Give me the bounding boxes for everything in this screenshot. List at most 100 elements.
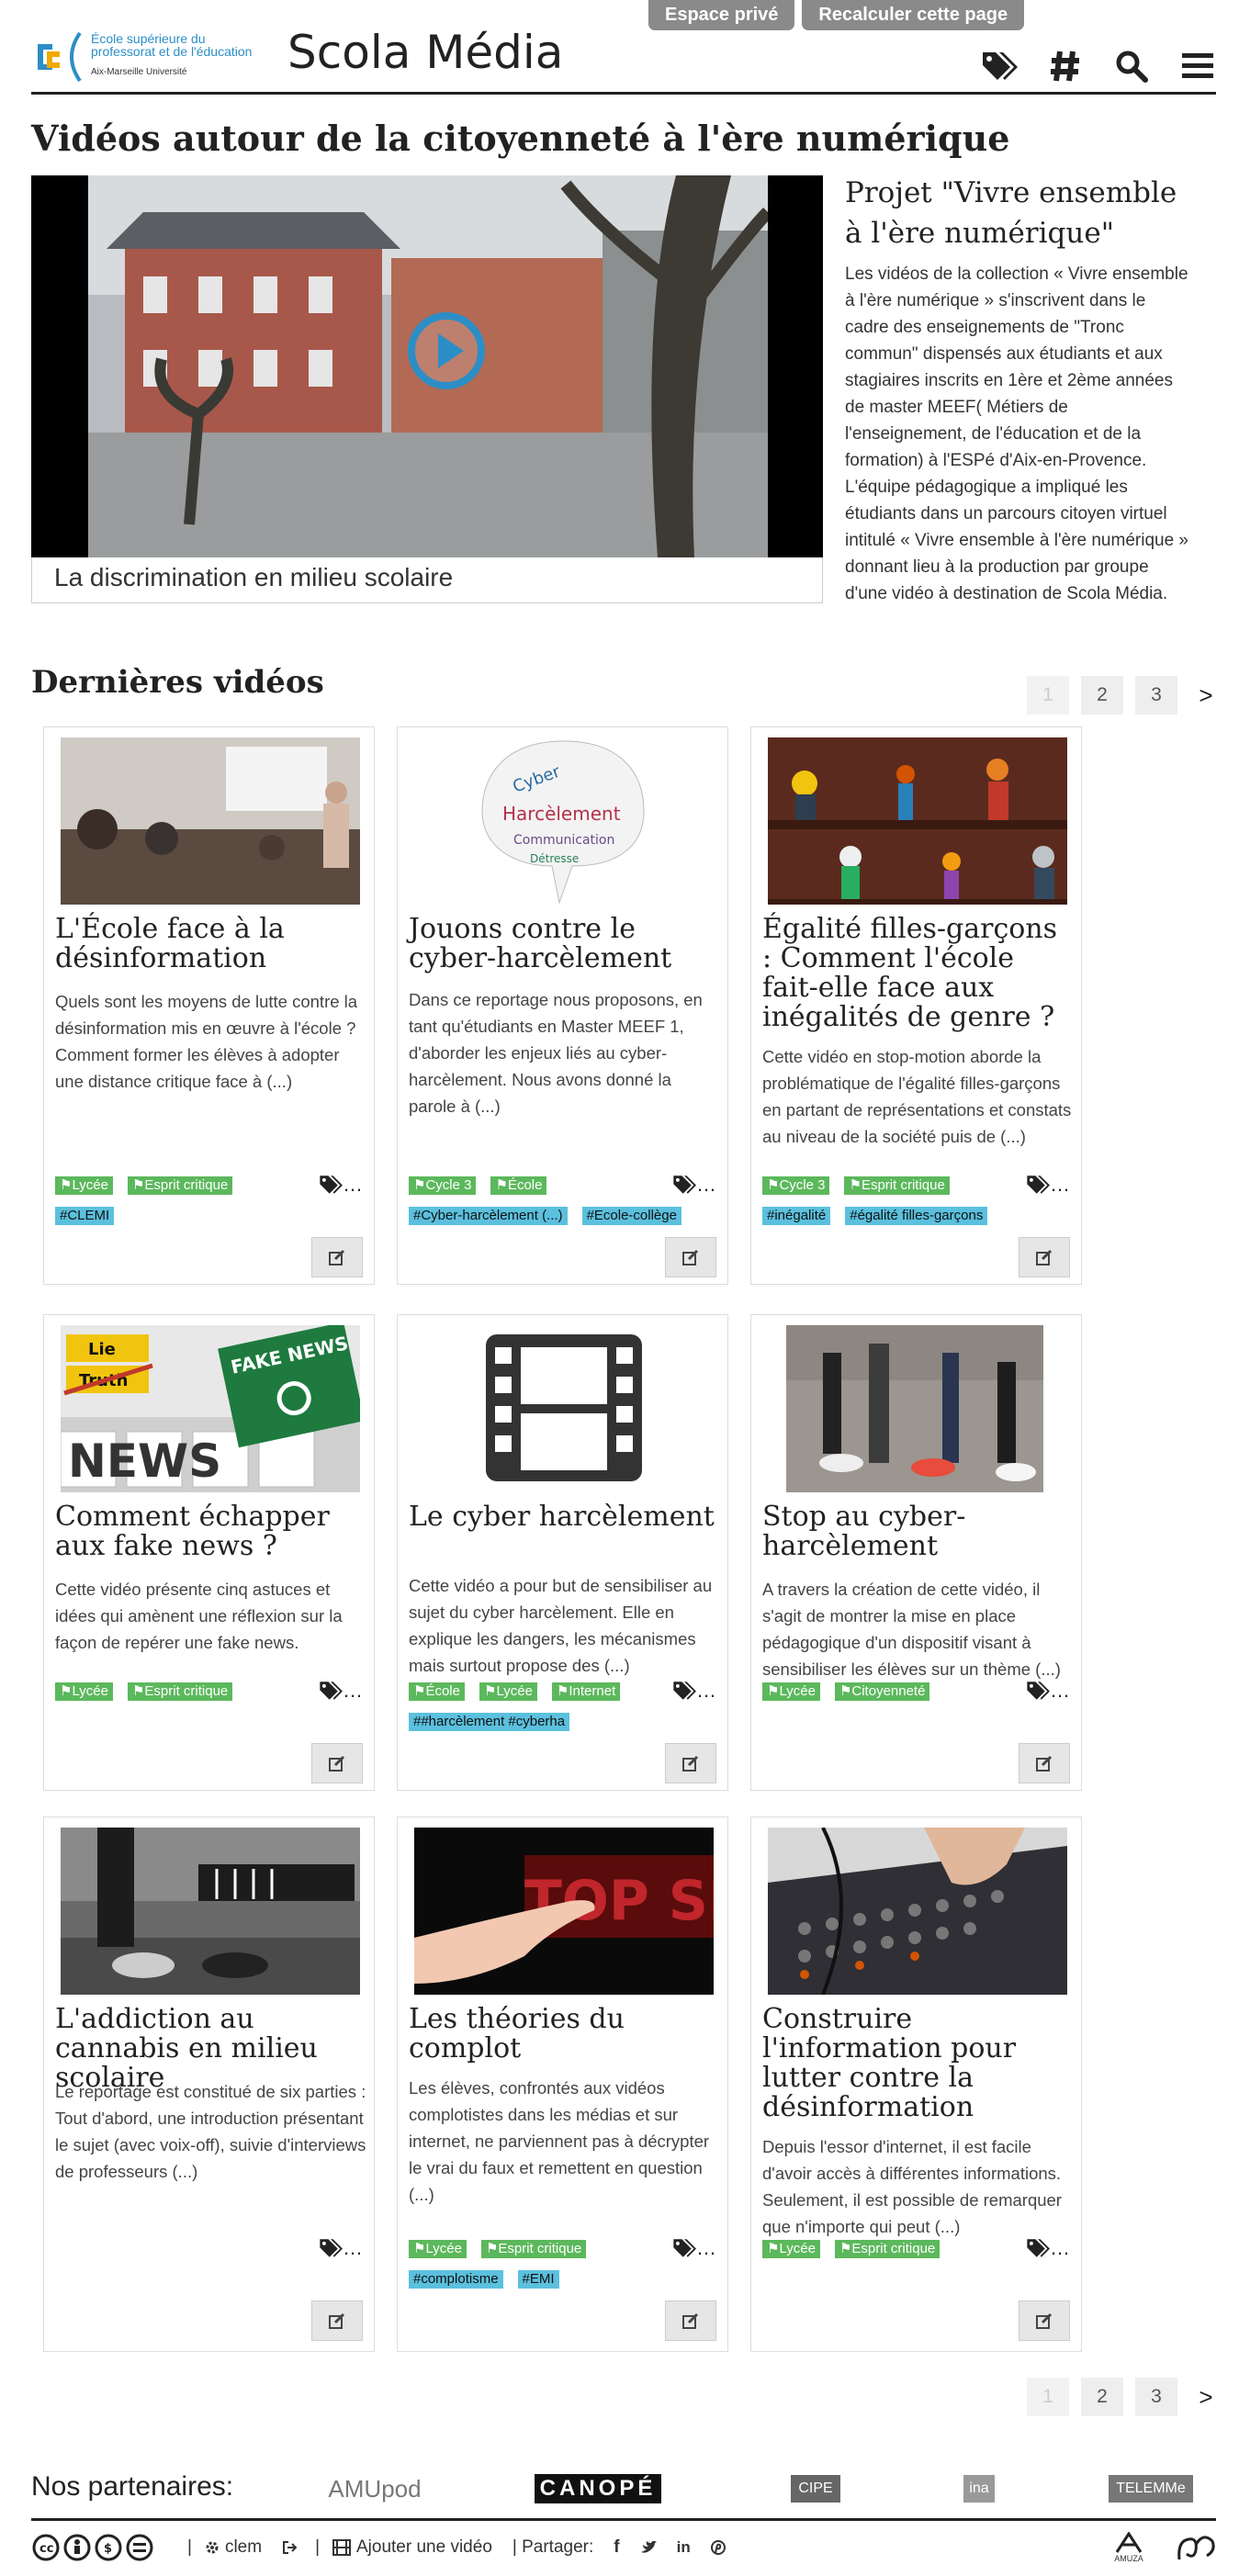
keyword-badge[interactable]: #inégalité bbox=[762, 1207, 831, 1225]
video-caption[interactable]: La discrimination en milieu scolaire bbox=[54, 563, 453, 592]
tag-badge[interactable]: ⚑Esprit critique bbox=[127, 1176, 233, 1195]
page-2[interactable]: 2 bbox=[1081, 676, 1123, 714]
video-player[interactable] bbox=[31, 175, 823, 557]
video-card-title[interactable]: Comment échapper aux fake news ? bbox=[55, 1502, 367, 1561]
cyber-word-cloud-image[interactable]: Cyber Harcèlement Communication Détresse bbox=[414, 737, 714, 905]
tag-badge[interactable]: ⚑Lycée bbox=[55, 1176, 113, 1195]
logout-link[interactable] bbox=[282, 2540, 298, 2555]
more-tags[interactable]: … bbox=[672, 2236, 716, 2260]
more-tags[interactable]: … bbox=[672, 1679, 716, 1703]
recalculate-page-button[interactable]: Recalculer cette page bbox=[802, 0, 1025, 30]
more-tags[interactable]: … bbox=[319, 1173, 363, 1197]
menu-icon[interactable] bbox=[1177, 46, 1218, 86]
tag-badge[interactable]: ⚑Cycle 3 bbox=[409, 1176, 477, 1195]
twitter-icon[interactable] bbox=[640, 2540, 657, 2555]
keyword-badge[interactable]: #Cyber-harcèlement (...) bbox=[409, 1207, 568, 1225]
edit-video-button[interactable] bbox=[311, 2300, 363, 2341]
more-tags[interactable]: … bbox=[319, 2236, 363, 2260]
tag-badge[interactable]: ⚑Lycée bbox=[479, 1682, 537, 1701]
keyword-badge[interactable]: #égalité filles-garçons bbox=[845, 1207, 988, 1225]
page-1[interactable]: 1 bbox=[1027, 2378, 1069, 2416]
keyword-badge[interactable]: #CLEMI bbox=[55, 1207, 115, 1225]
more-tags[interactable]: … bbox=[1026, 2236, 1070, 2260]
facebook-icon[interactable]: f bbox=[614, 2537, 619, 2558]
add-video-link[interactable]: Ajouter une vidéo bbox=[332, 2537, 492, 2558]
keyword-badge[interactable]: ##harcèlement #cyberha bbox=[409, 1713, 570, 1731]
next-page-arrow[interactable]: > bbox=[1197, 2383, 1215, 2412]
page-2[interactable]: 2 bbox=[1081, 2378, 1123, 2416]
espe-logo[interactable]: École supérieure du professorat et de l'… bbox=[34, 29, 264, 84]
edit-video-button[interactable] bbox=[311, 1237, 363, 1277]
video-card-title[interactable]: Égalité filles-garçons : Comment l'école… bbox=[762, 915, 1075, 1032]
tag-badge[interactable]: ⚑Lycée bbox=[762, 2240, 820, 2258]
site-mascot-logo[interactable] bbox=[1176, 2532, 1216, 2563]
page-1[interactable]: 1 bbox=[1027, 676, 1069, 714]
video-card-title[interactable]: Jouons contre le cyber-harcèlement bbox=[409, 915, 721, 973]
tag-badge[interactable]: ⚑Esprit critique bbox=[127, 1682, 233, 1701]
video-card: Construire l'information pour lutter con… bbox=[750, 1817, 1082, 2352]
search-icon[interactable] bbox=[1111, 46, 1152, 86]
edit-video-button[interactable] bbox=[1019, 1743, 1070, 1783]
top-secret-image[interactable]: TOP SECRE bbox=[414, 1828, 714, 1995]
more-tags[interactable]: … bbox=[1026, 1173, 1070, 1197]
private-space-button[interactable]: Espace privé bbox=[648, 0, 795, 30]
edit-video-button[interactable] bbox=[1019, 1237, 1070, 1277]
hashtag-icon[interactable] bbox=[1045, 46, 1086, 86]
edit-video-button[interactable] bbox=[665, 2300, 716, 2341]
tags-icon[interactable] bbox=[979, 46, 1019, 86]
more-tags[interactable]: … bbox=[1026, 1679, 1070, 1703]
mixing-console-photo[interactable] bbox=[768, 1828, 1067, 1995]
tag-icon: ⚑ bbox=[413, 1177, 426, 1193]
tag-badge[interactable]: ⚑Citoyenneté bbox=[834, 1682, 930, 1701]
classroom-photo[interactable] bbox=[61, 737, 360, 905]
linkedin-icon[interactable]: in bbox=[677, 2538, 691, 2557]
walking-feet-photo[interactable] bbox=[768, 1325, 1067, 1492]
tag-badge[interactable]: ⚑École bbox=[490, 1176, 547, 1195]
partner-ina-logo[interactable]: ina bbox=[961, 2469, 997, 2509]
tag-badge[interactable]: ⚑Cycle 3 bbox=[762, 1176, 830, 1195]
tag-badge[interactable]: ⚑Lycée bbox=[409, 2240, 467, 2258]
tag-badge[interactable]: ⚑Esprit critique bbox=[480, 2240, 587, 2258]
video-card-title[interactable]: Le cyber harcèlement bbox=[409, 1502, 721, 1532]
edit-video-button[interactable] bbox=[1019, 2300, 1070, 2341]
video-card-title[interactable]: Stop au cyber-harcèlement bbox=[762, 1502, 1075, 1561]
partner-telemme-logo[interactable]: TELEMMe bbox=[1096, 2469, 1206, 2509]
keyword-badge[interactable]: #EMI bbox=[517, 2270, 559, 2289]
tag-badge[interactable]: ⚑Lycée bbox=[55, 1682, 113, 1701]
pagination-top: 1 2 3 > bbox=[1027, 676, 1215, 714]
tag-badge[interactable]: ⚑Esprit critique bbox=[844, 1176, 950, 1195]
keyword-badge[interactable]: #complotisme bbox=[409, 2270, 503, 2289]
logo-university: Aix-Marseille Université bbox=[91, 67, 187, 77]
partner-canope-logo[interactable]: CANOPÉ bbox=[525, 2469, 670, 2509]
pinterest-icon[interactable] bbox=[710, 2540, 726, 2555]
keyword-label: #harcèlement #cyberha bbox=[421, 1714, 566, 1729]
creative-commons-license[interactable]: cc $ bbox=[31, 2533, 154, 2562]
edit-video-button[interactable] bbox=[311, 1743, 363, 1783]
cannabis-scene-photo[interactable] bbox=[61, 1828, 360, 1995]
edit-video-button[interactable] bbox=[665, 1237, 716, 1277]
more-tags[interactable]: … bbox=[672, 1173, 716, 1197]
video-card-title[interactable]: Les théories du complot bbox=[409, 2005, 721, 2064]
edit-video-button[interactable] bbox=[665, 1743, 716, 1783]
site-title[interactable]: Scola Média bbox=[287, 26, 563, 79]
partner-amupod-logo[interactable]: AMUpod bbox=[320, 2469, 430, 2509]
tag-badge[interactable]: ⚑Lycée bbox=[762, 1682, 820, 1701]
partner-cipe-logo[interactable]: CIPE bbox=[770, 2469, 862, 2509]
user-menu[interactable]: clem bbox=[205, 2537, 262, 2558]
fake-news-image[interactable]: NEWSLieTruthFAKE NEWS bbox=[61, 1325, 360, 1492]
page-3[interactable]: 3 bbox=[1135, 676, 1177, 714]
edit-icon bbox=[1036, 1755, 1053, 1772]
play-icon[interactable] bbox=[405, 309, 488, 392]
tag-badge[interactable]: ⚑Internet bbox=[551, 1682, 621, 1701]
tag-badge[interactable]: ⚑École bbox=[409, 1682, 465, 1701]
toys-shelf-photo[interactable] bbox=[768, 737, 1067, 905]
keyword-badge[interactable]: #Ecole-collège bbox=[581, 1207, 681, 1225]
next-page-arrow[interactable]: > bbox=[1197, 681, 1215, 710]
film-icon[interactable] bbox=[414, 1325, 714, 1492]
tag-badge[interactable]: ⚑Esprit critique bbox=[834, 2240, 941, 2258]
page-3[interactable]: 3 bbox=[1135, 2378, 1177, 2416]
amuza-logo[interactable]: AMUZA bbox=[1113, 2532, 1144, 2563]
video-card-title[interactable]: L'École face à la désinformation bbox=[55, 915, 367, 973]
more-tags[interactable]: … bbox=[319, 1679, 363, 1703]
video-card-title[interactable]: Construire l'information pour lutter con… bbox=[762, 2005, 1075, 2122]
